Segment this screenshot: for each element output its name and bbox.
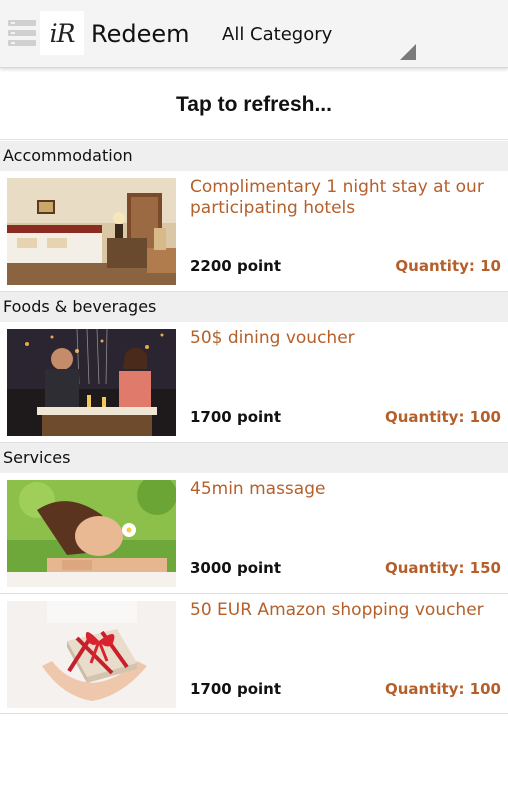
app-logo[interactable]: iR	[40, 11, 84, 55]
dining-couple-photo	[7, 329, 176, 436]
reward-points: 1700 point	[190, 680, 282, 698]
category-dropdown[interactable]: All Category	[222, 22, 418, 62]
reward-quantity: Quantity: 100	[384, 680, 501, 698]
reward-title: Complimentary 1 night stay at our partic…	[190, 177, 484, 218]
reward-item[interactable]: 50$ dining voucher 1700 point Quantity: …	[0, 322, 508, 443]
gift-box-photo	[7, 601, 176, 708]
spa-massage-photo	[7, 480, 176, 587]
drawer-menu-icon[interactable]	[8, 20, 36, 48]
hotel-room-photo	[7, 178, 176, 285]
section-header-foods-beverages: Foods & beverages	[0, 292, 508, 322]
reward-item[interactable]: 50 EUR Amazon shopping voucher 1700 poin…	[0, 594, 508, 714]
category-dropdown-value: All Category	[222, 24, 333, 45]
reward-item[interactable]: Complimentary 1 night stay at our partic…	[0, 171, 508, 292]
section-header-services: Services	[0, 443, 508, 473]
reward-quantity: Quantity: 150	[384, 559, 501, 577]
reward-item[interactable]: 45min massage 3000 point Quantity: 150	[0, 473, 508, 594]
reward-title: 50 EUR Amazon shopping voucher	[190, 600, 484, 620]
reward-quantity: Quantity: 10	[395, 257, 501, 275]
dropdown-arrow-icon	[400, 44, 416, 60]
reward-title: 45min massage	[190, 479, 326, 499]
reward-points: 2200 point	[190, 257, 282, 275]
section-header-accommodation: Accommodation	[0, 141, 508, 171]
reward-quantity: Quantity: 100	[384, 408, 501, 426]
action-bar: iR Redeem All Category	[0, 0, 508, 68]
app-title: Redeem	[91, 20, 190, 48]
reward-points: 1700 point	[190, 408, 282, 426]
reward-title: 50$ dining voucher	[190, 328, 355, 348]
tap-to-refresh[interactable]: Tap to refresh...	[0, 70, 508, 140]
reward-points: 3000 point	[190, 559, 282, 577]
